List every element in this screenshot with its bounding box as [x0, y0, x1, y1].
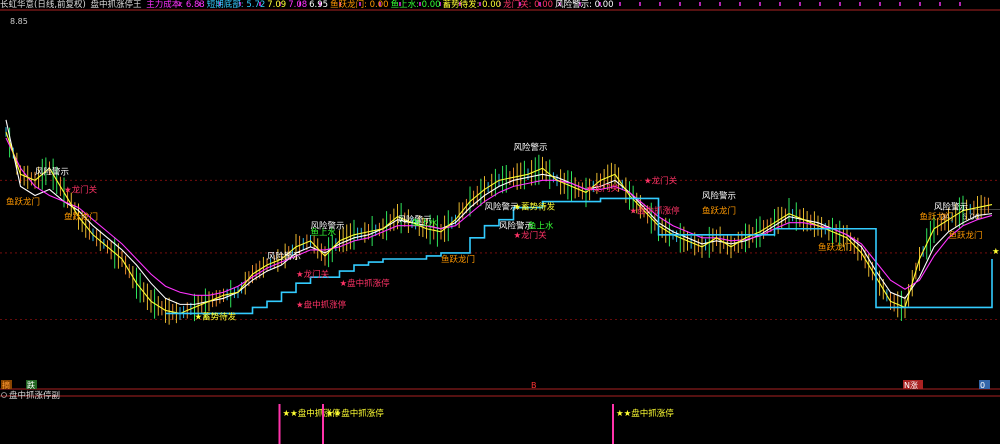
- indicator-name[interactable]: 盘中抓涨停王: [91, 0, 142, 10]
- annotation-27: 鱼跃龙门: [920, 212, 954, 223]
- annotation-25: 鱼跃龙门: [818, 242, 852, 253]
- bottom-marker-1: 跌: [27, 380, 35, 390]
- annotation-22: ★盘中抓涨停: [630, 206, 681, 217]
- annotation-18: ★龙门关: [514, 230, 548, 241]
- annotation-0: 风险警示: [35, 166, 69, 177]
- annotation-21: ★龙门关: [644, 175, 678, 186]
- bottom-marker-4: 0: [980, 381, 985, 390]
- annotation-19: 风险警示: [514, 142, 548, 153]
- annotations: 风险警示鱼跃龙门★龙门关鱼跃龙门★蓄势待发风险警示风险警示鱼上水★龙门关★盘中抓…: [6, 142, 1000, 322]
- chart-canvas: 8.856.0604 风险警示鱼跃龙门★龙门关鱼跃龙门★蓄势待发风险警示风险警示…: [0, 2, 1000, 444]
- annotation-26: 风险警示: [934, 201, 968, 212]
- annotation-23: 风险警示: [702, 190, 736, 201]
- bottom-marker-0: 摘: [2, 380, 10, 390]
- stock-title: 长虹华意(日线,前复权): [0, 0, 86, 10]
- header-item-9: 风险警示: 0.00: [555, 0, 614, 10]
- sub-panel-icon[interactable]: [1, 392, 7, 398]
- sub-panel-title: 盘中抓涨停副: [9, 390, 60, 401]
- annotation-29: ★蓄势待发: [992, 246, 1000, 257]
- annotation-15: ★蓄势待发: [514, 201, 556, 212]
- header-item-3: 7.08: [288, 0, 308, 10]
- annotation-28: 鱼跃龙门: [949, 230, 983, 241]
- annotation-1: 鱼跃龙门: [6, 197, 40, 208]
- header-item-2: 7.09: [267, 0, 287, 10]
- header-item-7: 蓄势待发: 0.00: [442, 0, 502, 10]
- annotation-13: 鱼跃龙门: [441, 254, 475, 265]
- header-item-1: 短期底部: 5.72: [206, 0, 266, 10]
- series-line-1: [5, 137, 993, 296]
- header-item-8: 龙门关: 0.00: [503, 0, 554, 10]
- annotation-7: 鱼上水: [311, 227, 337, 238]
- annotation-20: ★龙门关: [586, 183, 620, 194]
- header-bar: 长虹华意(日线,前复权) 盘中抓涨停王 主力成本: 6.83 短期底部: 5.72…: [0, 0, 1000, 11]
- bottom-marker-3: N涨: [904, 380, 918, 390]
- sub-label-1: ★★盘中抓涨停: [326, 408, 384, 419]
- annotation-9: ★盘中抓涨停: [296, 299, 347, 310]
- header-item-0: 主力成本: 6.83: [146, 0, 205, 10]
- header-item-5: 鱼跃龙门: 0.00: [330, 0, 389, 10]
- annotation-24: 鱼跃龙门: [702, 206, 736, 217]
- annotation-2: ★龙门关: [64, 184, 98, 195]
- sub-label-2: ★★盘中抓涨停: [616, 408, 674, 419]
- bottom-marker-2: B: [531, 381, 537, 390]
- annotation-3: 鱼跃龙门: [64, 212, 98, 223]
- annotation-4: ★蓄势待发: [195, 311, 237, 322]
- y-top-label: 8.85: [10, 17, 28, 26]
- header-item-4: 6.95: [309, 0, 329, 10]
- annotation-8: ★龙门关: [296, 269, 330, 280]
- header-item-6: 鱼上水: 0.00: [390, 0, 441, 10]
- annotation-10: ★盘中抓涨停: [340, 278, 391, 289]
- annotation-5: 风险警示: [267, 251, 301, 262]
- annotation-12: 鱼上水: [412, 218, 438, 229]
- series-lines: [5, 119, 993, 315]
